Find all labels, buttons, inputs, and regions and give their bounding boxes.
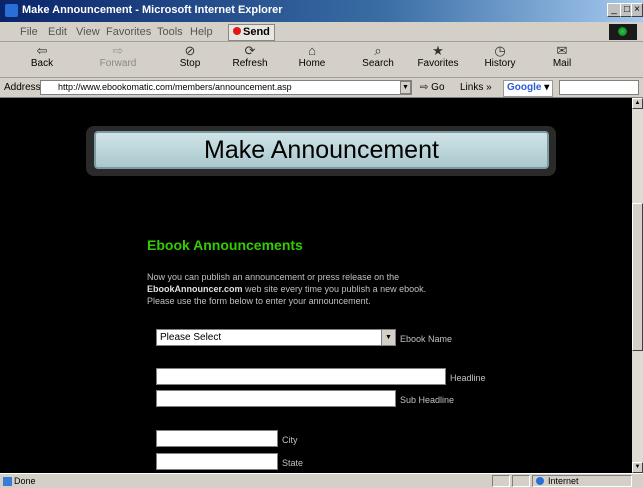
- google-label: Google: [507, 82, 542, 93]
- mail-icon: ✉: [556, 43, 568, 58]
- globe-icon: [536, 477, 544, 485]
- security-zone: Internet: [532, 475, 632, 487]
- mail-label: Mail: [552, 58, 572, 69]
- history-button[interactable]: ◷ History: [478, 44, 522, 76]
- chevron-down-icon[interactable]: ▼: [381, 330, 395, 345]
- refresh-button[interactable]: ⟳ Refresh: [228, 44, 272, 76]
- search-button[interactable]: ⌕ Search: [356, 44, 400, 76]
- minimize-button[interactable]: _: [607, 3, 621, 17]
- scroll-up-icon[interactable]: ▲: [632, 98, 643, 109]
- forward-label: Forward: [99, 58, 137, 69]
- menu-file[interactable]: File: [20, 26, 38, 38]
- city-input[interactable]: [156, 430, 278, 447]
- google-toolbar-button[interactable]: Google ▾: [503, 80, 554, 97]
- windows-logo-icon: [609, 24, 637, 40]
- menu-edit[interactable]: Edit: [48, 26, 67, 38]
- menu-view[interactable]: View: [76, 26, 100, 38]
- favorites-label: Favorites: [417, 58, 459, 69]
- forward-button[interactable]: ⇨ Forward: [96, 44, 140, 76]
- forward-arrow-icon: ⇨: [112, 43, 124, 58]
- home-icon: ⌂: [308, 43, 316, 58]
- section-title: Ebook Announcements: [147, 237, 303, 253]
- back-label: Back: [30, 58, 54, 69]
- state-label: State: [282, 458, 304, 468]
- address-bar: Address http://www.ebookomatic.com/membe…: [0, 78, 643, 98]
- zone-label: Internet: [548, 476, 579, 486]
- ebook-name-select-value: Please Select: [160, 332, 222, 343]
- menu-tools[interactable]: Tools: [157, 26, 183, 38]
- intro-line-3: Please use the form below to enter your …: [147, 296, 371, 306]
- status-pane: [512, 475, 530, 487]
- back-button[interactable]: ⇦ Back: [20, 44, 64, 76]
- refresh-label: Refresh: [232, 58, 268, 69]
- go-label: Go: [431, 82, 445, 93]
- intro-text: Now you can publish an announcement or p…: [147, 271, 487, 307]
- vertical-scrollbar[interactable]: ▲ ▼: [632, 98, 643, 473]
- history-label: History: [484, 58, 516, 69]
- intro-line-2: web site every time you publish a new eb…: [242, 284, 427, 294]
- search-icon: ⌕: [374, 43, 382, 58]
- city-label: City: [282, 435, 298, 445]
- favorites-button[interactable]: ★ Favorites: [416, 44, 460, 76]
- refresh-icon: ⟳: [244, 43, 256, 58]
- stop-icon: ⊘: [184, 43, 196, 58]
- send-button[interactable]: Send: [228, 24, 275, 41]
- page-content: Make Announcement Ebook Announcements No…: [0, 98, 632, 473]
- history-icon: ◷: [494, 43, 506, 58]
- google-search-input[interactable]: [559, 80, 639, 95]
- intro-line-1: Now you can publish an announcement or p…: [147, 272, 400, 282]
- send-label: Send: [243, 26, 270, 38]
- scroll-down-icon[interactable]: ▼: [632, 462, 643, 473]
- stop-button[interactable]: ⊘ Stop: [168, 44, 212, 76]
- mail-button[interactable]: ✉ Mail: [540, 44, 584, 76]
- close-button[interactable]: ×: [631, 3, 643, 17]
- sub-headline-label: Sub Headline: [400, 395, 455, 405]
- status-bar: Done Internet: [0, 473, 643, 488]
- state-input[interactable]: [156, 453, 278, 470]
- menu-bar: File Edit View Favorites Tools Help Send: [0, 22, 643, 42]
- send-icon: [233, 27, 241, 35]
- back-arrow-icon: ⇦: [36, 43, 48, 58]
- menu-favorites[interactable]: Favorites: [106, 26, 151, 38]
- scroll-thumb[interactable]: [632, 203, 643, 351]
- ebook-name-label: Ebook Name: [400, 334, 453, 344]
- links-button[interactable]: Links »: [460, 82, 492, 93]
- status-text: Done: [14, 476, 36, 486]
- go-button[interactable]: ⇨ Go: [420, 82, 445, 93]
- ie-icon: [5, 4, 18, 17]
- search-label: Search: [362, 58, 394, 69]
- headline-label: Headline: [450, 373, 486, 383]
- home-button[interactable]: ⌂ Home: [290, 44, 334, 76]
- menu-help[interactable]: Help: [190, 26, 213, 38]
- address-label: Address: [4, 82, 41, 93]
- stop-label: Stop: [179, 58, 201, 69]
- favorites-icon: ★: [432, 43, 444, 58]
- page-banner: Make Announcement: [94, 131, 549, 169]
- page-status-icon: [3, 477, 12, 486]
- ebook-name-select[interactable]: Please Select ▼: [156, 329, 396, 346]
- home-label: Home: [298, 58, 326, 69]
- sub-headline-input[interactable]: [156, 390, 396, 407]
- window-title-bar: Make Announcement - Microsoft Internet E…: [0, 0, 643, 22]
- standard-toolbar: ⇦ Back ⇨ Forward ⊘ Stop ⟳ Refresh ⌂ Home ⌕ Sea…: [0, 42, 643, 78]
- address-dropdown-icon[interactable]: ▼: [400, 81, 411, 94]
- status-pane: [492, 475, 510, 487]
- headline-input[interactable]: [156, 368, 446, 385]
- address-input[interactable]: http://www.ebookomatic.com/members/annou…: [40, 80, 412, 95]
- site-name: EbookAnnouncer.com: [147, 284, 243, 294]
- window-title: Make Announcement - Microsoft Internet E…: [22, 4, 283, 16]
